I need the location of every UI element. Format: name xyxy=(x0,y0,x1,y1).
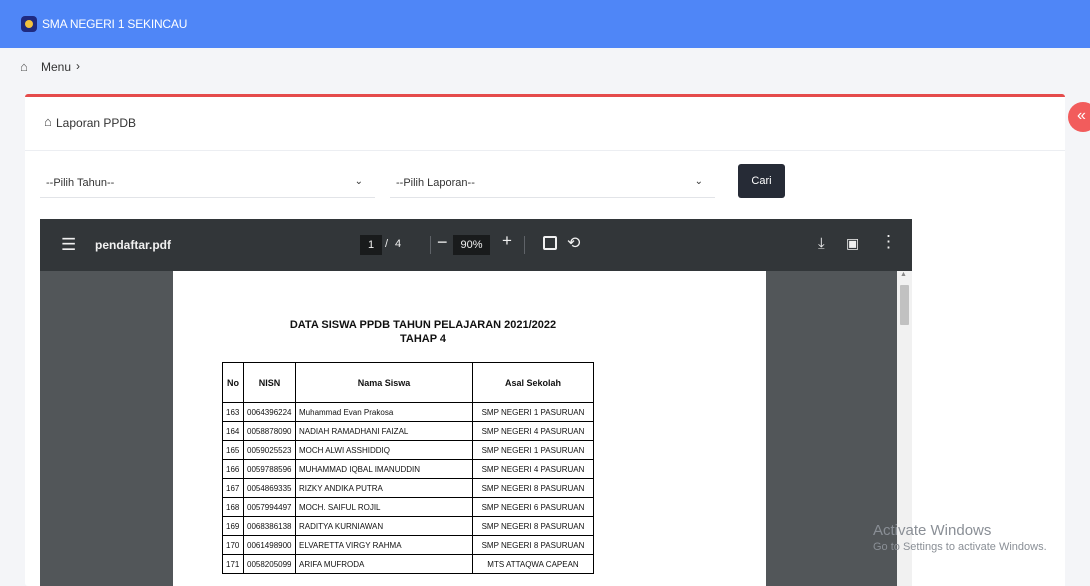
pdf-toolbar: ☰ pendaftar.pdf 1 / 4 − 90% + ⟲ ⤓ ▣ ⋮ xyxy=(40,219,912,271)
page-number-input[interactable]: 1 xyxy=(360,235,382,255)
table-cell: MOCH ALWI ASSHIDDIQ xyxy=(295,440,473,460)
year-select[interactable]: --Pilih Tahun-- ⌄ xyxy=(40,167,375,198)
table-row: 167 0054869335 RIZKY ANDIKA PUTRA SMP NEGER… xyxy=(222,478,594,498)
table-cell: 0057994497 xyxy=(243,497,296,517)
table-cell: NADIAH RAMADHANI FAIZAL xyxy=(295,421,473,441)
table-row: 166 0059788596 MUHAMMAD IQBAL IMANUDDIN SMP… xyxy=(222,459,594,479)
table-cell: ARIFA MUFRODA xyxy=(295,554,473,574)
table-cell: 167 xyxy=(222,478,244,498)
app-title[interactable]: SMA NEGERI 1 SEKINCAU xyxy=(42,17,187,31)
page-separator: / xyxy=(385,238,389,250)
laporan-card: ⌂ Laporan PPDB --Pilih Tahun-- ⌄ --Pilih… xyxy=(25,94,1065,586)
table-cell: 170 xyxy=(222,535,244,555)
table-cell: 0061498900 xyxy=(243,535,296,555)
table-cell: 165 xyxy=(222,440,244,460)
download-icon[interactable]: ⤓ xyxy=(818,235,825,252)
table-cell: SMP NEGERI 8 PASURUAN xyxy=(472,535,594,555)
table-cell: 169 xyxy=(222,516,244,536)
table-cell: 168 xyxy=(222,497,244,517)
breadcrumb-menu[interactable]: Menu xyxy=(41,60,71,74)
table-cell: 164 xyxy=(222,421,244,441)
document-heading: DATA SISWA PPDB TAHUN PELAJARAN 2021/202… xyxy=(289,319,557,331)
card-title: Laporan PPDB xyxy=(56,116,137,130)
table-cell: SMP NEGERI 1 PASURUAN xyxy=(472,440,594,460)
table-row: 170 0061498900 ELVARETTA VIRGY RAHMA SMP NE… xyxy=(222,535,594,555)
table-cell: 0064396224 xyxy=(243,402,296,422)
hamburger-menu-icon[interactable]: ☰ xyxy=(61,235,76,255)
column-header: NISN xyxy=(243,362,296,403)
toolbar-divider xyxy=(430,236,431,254)
school-logo-icon xyxy=(21,16,37,32)
table-cell: SMP NEGERI 8 PASURUAN xyxy=(472,478,594,498)
breadcrumb: ⌂ Menu › xyxy=(0,48,1090,86)
pdf-file-name: pendaftar.pdf xyxy=(95,238,172,252)
zoom-out-icon[interactable]: − xyxy=(437,232,448,253)
report-select-value: --Pilih Laporan-- xyxy=(396,177,475,189)
watermark-subtitle: Go to Settings to activate Windows. xyxy=(873,541,1047,553)
chevron-down-icon: ⌄ xyxy=(354,176,363,187)
document-subheading: TAHAP 4 xyxy=(399,333,447,345)
table-header-row: No NISN Nama Siswa Asal Sekolah xyxy=(222,362,594,403)
page-total: 4 xyxy=(395,238,402,250)
table-cell: 0068386138 xyxy=(243,516,296,536)
table-cell: 0058878090 xyxy=(243,421,296,441)
table-row: 168 0057994497 MOCH. SAIFUL ROJIL SMP NEGER… xyxy=(222,497,594,517)
column-header: No xyxy=(222,362,244,403)
card-header: ⌂ Laporan PPDB xyxy=(25,97,1065,151)
report-select[interactable]: --Pilih Laporan-- ⌄ xyxy=(390,167,715,198)
windows-activation-watermark: Activate Windows Go to Settings to activ… xyxy=(873,522,1047,553)
table-row: 164 0058878090 NADIAH RAMADHANI FAIZAL SMP … xyxy=(222,421,594,441)
table-cell: MUHAMMAD IQBAL IMANUDDIN xyxy=(295,459,473,479)
table-cell: RIZKY ANDIKA PUTRA xyxy=(295,478,473,498)
column-header: Asal Sekolah xyxy=(472,362,594,403)
table-row: 169 0068386138 RADITYA KURNIAWAN SMP NEGERI… xyxy=(222,516,594,536)
search-button[interactable]: Cari xyxy=(738,164,785,198)
table-cell: MOCH. SAIFUL ROJIL xyxy=(295,497,473,517)
table-cell: ELVARETTA VIRGY RAHMA xyxy=(295,535,473,555)
table-cell: SMP NEGERI 4 PASURUAN xyxy=(472,459,594,479)
table-cell: 0054869335 xyxy=(243,478,296,498)
watermark-title: Activate Windows xyxy=(873,522,992,539)
table-row: 171 0058205099 ARIFA MUFRODA MTS ATTAQWA CA… xyxy=(222,554,594,574)
zoom-level-input[interactable]: 90% xyxy=(453,235,490,255)
more-options-icon[interactable]: ⋮ xyxy=(880,232,897,252)
table-cell: SMP NEGERI 1 PASURUAN xyxy=(472,402,594,422)
top-navbar: SMA NEGERI 1 SEKINCAU xyxy=(0,0,1090,48)
table-cell: 171 xyxy=(222,554,244,574)
table-cell: 0058205099 xyxy=(243,554,296,574)
scroll-up-icon[interactable]: ▲ xyxy=(900,271,907,278)
rotate-icon[interactable]: ⟲ xyxy=(567,233,580,253)
student-table: No NISN Nama Siswa Asal Sekolah 163 00643… xyxy=(222,362,594,574)
pdf-page: DATA SISWA PPDB TAHUN PELAJARAN 2021/202… xyxy=(173,271,766,586)
table-cell: SMP NEGERI 6 PASURUAN xyxy=(472,497,594,517)
table-row: 165 0059025523 MOCH ALWI ASSHIDDIQ SMP NEGE… xyxy=(222,440,594,460)
year-select-value: --Pilih Tahun-- xyxy=(46,177,115,189)
chevron-right-icon: › xyxy=(76,59,80,73)
home-icon[interactable]: ⌂ xyxy=(20,59,28,74)
collapse-sidebar-button[interactable]: « xyxy=(1068,102,1090,132)
table-cell: RADITYA KURNIAWAN xyxy=(295,516,473,536)
table-cell: SMP NEGERI 8 PASURUAN xyxy=(472,516,594,536)
home-icon: ⌂ xyxy=(44,114,52,129)
table-cell: 0059025523 xyxy=(243,440,296,460)
column-header: Nama Siswa xyxy=(295,362,473,403)
pdf-content[interactable]: DATA SISWA PPDB TAHUN PELAJARAN 2021/202… xyxy=(40,271,912,586)
fit-to-page-icon[interactable] xyxy=(543,236,557,250)
table-row: 163 0064396224 Muhammad Evan Prakosa SMP NE… xyxy=(222,402,594,422)
scrollbar-thumb[interactable] xyxy=(900,285,909,325)
table-cell: 163 xyxy=(222,402,244,422)
toolbar-divider xyxy=(524,236,525,254)
table-cell: SMP NEGERI 4 PASURUAN xyxy=(472,421,594,441)
table-cell: 166 xyxy=(222,459,244,479)
print-icon[interactable]: ▣ xyxy=(846,235,859,252)
chevron-down-icon: ⌄ xyxy=(694,176,703,187)
table-cell: Muhammad Evan Prakosa xyxy=(295,402,473,422)
table-cell: 0059788596 xyxy=(243,459,296,479)
zoom-in-icon[interactable]: + xyxy=(502,231,512,251)
table-cell: MTS ATTAQWA CAPEAN xyxy=(472,554,594,574)
